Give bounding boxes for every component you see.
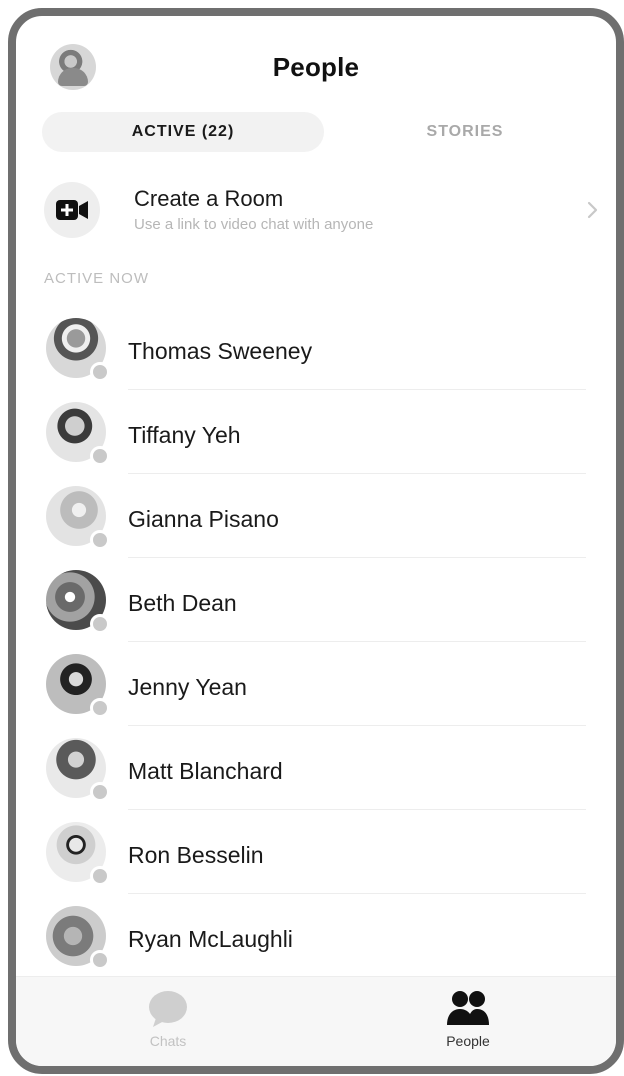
presence-dot [90, 782, 110, 802]
person-name: Jenny Yean [128, 674, 247, 700]
nav-people[interactable]: People [408, 989, 528, 1059]
people-icon [447, 991, 489, 1025]
presence-dot [90, 446, 110, 466]
presence-dot [90, 614, 110, 634]
list-item[interactable]: Jenny Yean [16, 642, 616, 726]
person-name: Tiffany Yeh [128, 422, 241, 448]
bottom-nav-bar: Chats People [16, 976, 616, 1066]
create-room-icon-wrap [44, 182, 100, 238]
create-room-subtitle: Use a link to video chat with anyone [134, 216, 374, 233]
list-item[interactable]: Gianna Pisano [16, 474, 616, 558]
nav-chats-label: Chats [149, 1033, 187, 1049]
create-room-item[interactable]: Create a Room Use a link to video chat w… [42, 176, 606, 244]
person-name: Ryan McLaughli [128, 926, 293, 952]
list-item[interactable]: Tiffany Yeh [16, 390, 616, 474]
person-name: Matt Blanchard [128, 758, 283, 784]
presence-dot [90, 698, 110, 718]
list-item[interactable]: Ryan McLaughli [16, 894, 616, 978]
list-item[interactable]: Thomas Sweeney [16, 306, 616, 390]
person-name: Ron Besselin [128, 842, 264, 868]
screen: People ACTIVE (22) STORIES Create a Room… [16, 16, 616, 1066]
tab-bar: ACTIVE (22) STORIES [42, 112, 606, 152]
list-item[interactable]: Beth Dean [16, 558, 616, 642]
person-name: Beth Dean [128, 590, 237, 616]
list-item[interactable]: Ron Besselin [16, 810, 616, 894]
tab-stories[interactable]: STORIES [324, 112, 606, 152]
person-name: Gianna Pisano [128, 506, 279, 532]
page-title: People [272, 52, 360, 82]
list-item[interactable]: Matt Blanchard [16, 726, 616, 810]
presence-dot [90, 950, 110, 970]
nav-people-label: People [446, 1033, 490, 1049]
people-list: Thomas Sweeney Tiffany Yeh Gianna Pisano… [16, 306, 616, 1062]
device-frame: People ACTIVE (22) STORIES Create a Room… [8, 8, 624, 1074]
create-room-title: Create a Room [134, 186, 284, 211]
person-name: Thomas Sweeney [128, 338, 313, 364]
section-label-active-now: ACTIVE NOW [44, 270, 150, 287]
tab-active[interactable]: ACTIVE (22) [42, 112, 324, 152]
header: People [16, 16, 616, 106]
video-camera-plus-icon [56, 200, 88, 220]
chevron-right-icon [587, 201, 598, 219]
nav-chats[interactable]: Chats [108, 989, 228, 1059]
presence-dot [90, 530, 110, 550]
presence-dot [90, 362, 110, 382]
chat-bubble-icon [149, 991, 187, 1027]
presence-dot [90, 866, 110, 886]
